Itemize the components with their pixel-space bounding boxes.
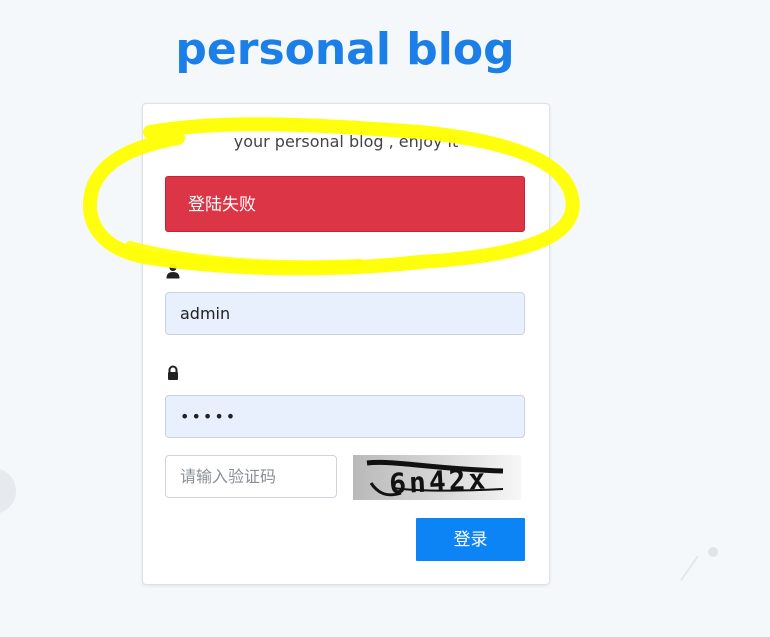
login-subtitle: your personal blog , enjoy it <box>233 132 459 151</box>
site-title: personal blog <box>175 24 515 75</box>
username-input[interactable]: admin <box>165 292 525 335</box>
decorative-line <box>679 555 699 582</box>
login-button[interactable]: 登录 <box>416 518 525 561</box>
lock-icon <box>165 365 181 381</box>
decorative-dot <box>708 547 718 557</box>
error-alert: 登陆失败 <box>165 176 525 232</box>
captcha-input[interactable]: 请输入验证码 <box>165 455 337 498</box>
login-card: your personal blog , enjoy it 登陆失败 admin… <box>142 103 550 585</box>
captcha-image[interactable]: 6n42x <box>353 455 521 500</box>
decorative-circle <box>0 468 16 514</box>
captcha-text: 6n42x <box>388 462 489 500</box>
user-icon <box>165 263 181 279</box>
password-input[interactable]: ••••• <box>165 395 525 438</box>
